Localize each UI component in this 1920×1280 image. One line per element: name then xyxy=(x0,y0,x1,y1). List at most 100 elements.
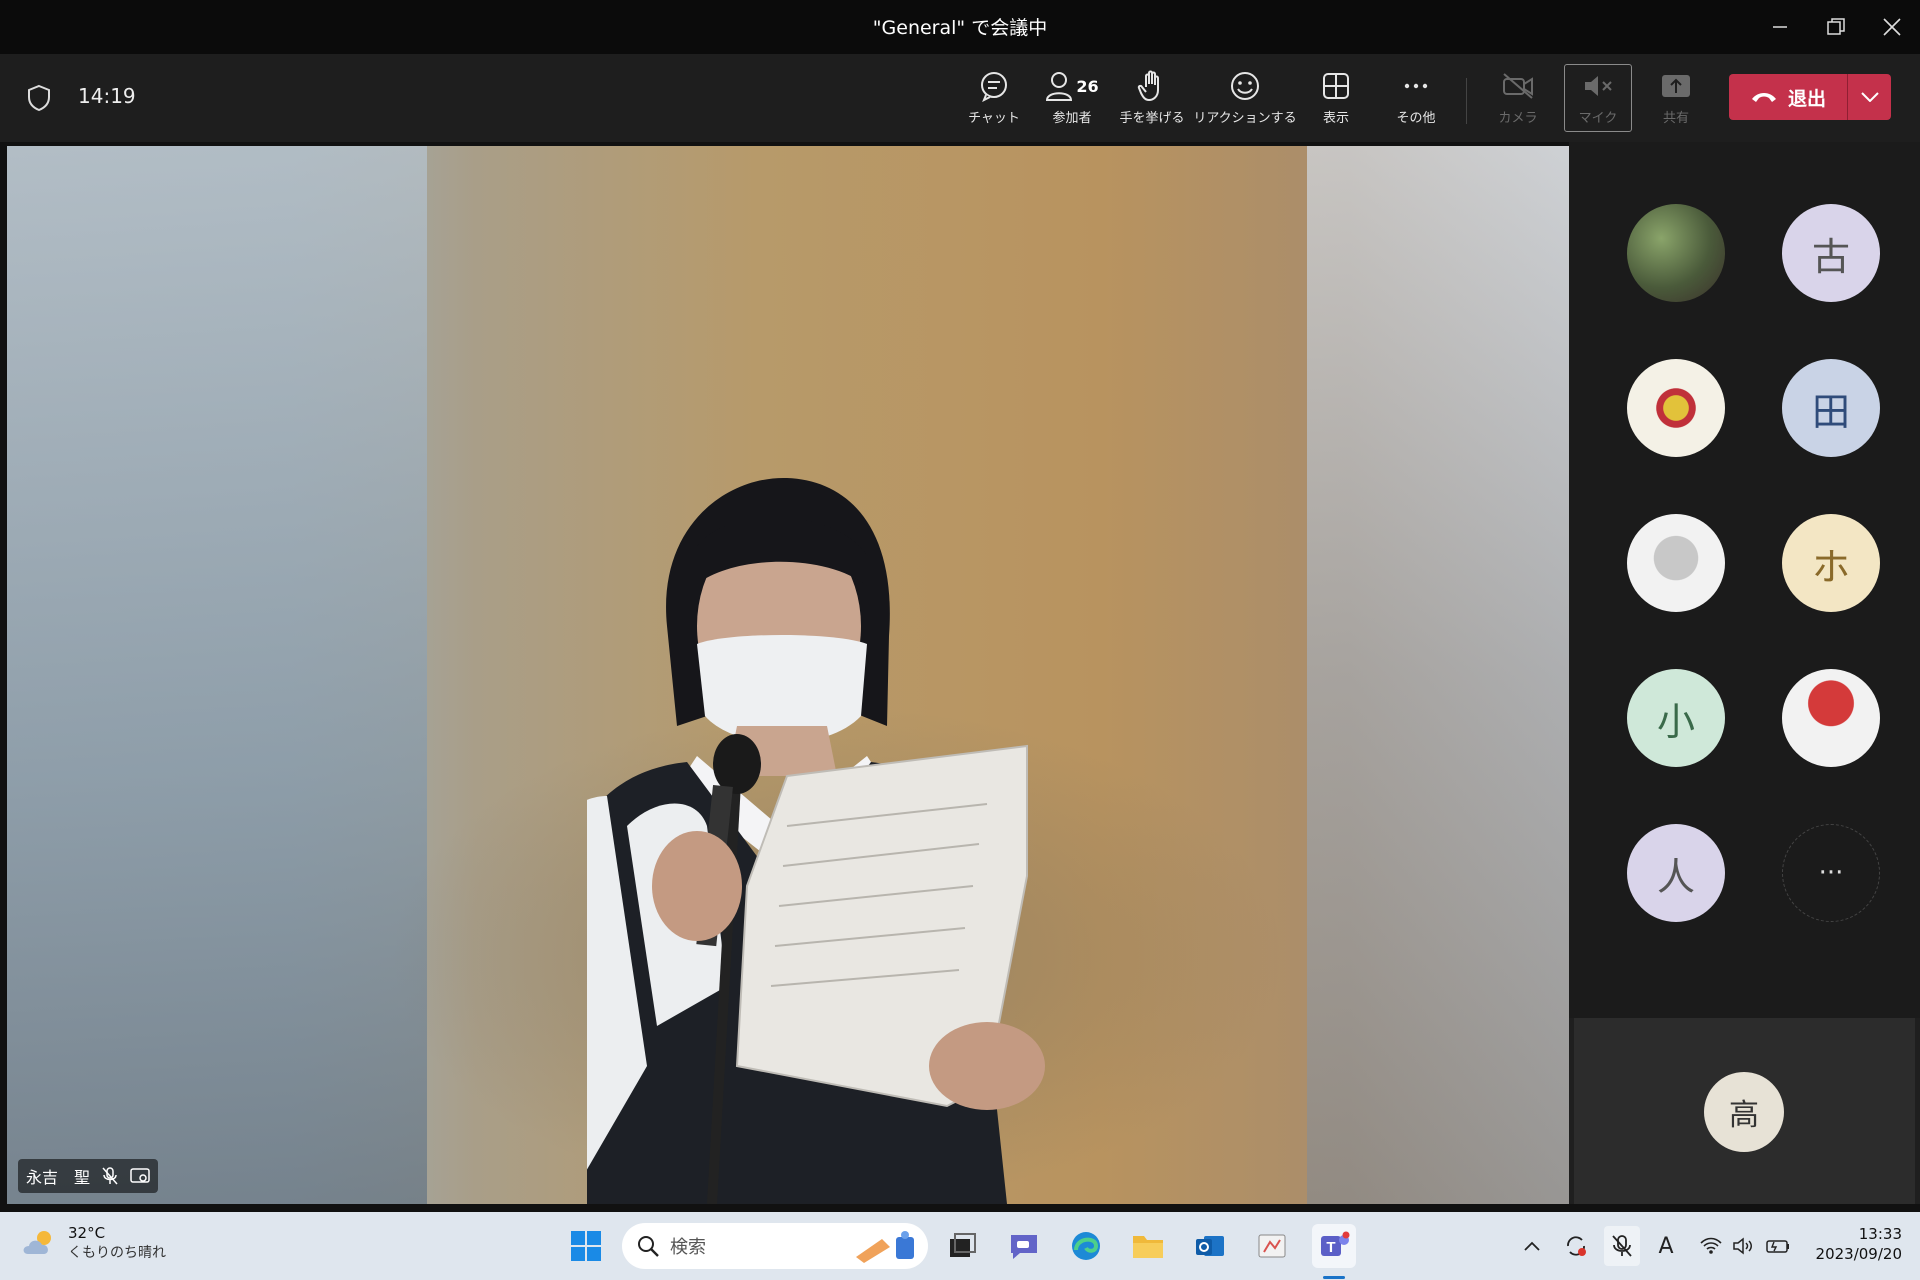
mic-off-icon xyxy=(102,1167,118,1185)
camera-button[interactable]: カメラ xyxy=(1488,68,1548,132)
search-icon xyxy=(638,1236,659,1257)
self-video-tile[interactable]: 高 xyxy=(1574,1018,1915,1204)
raise-hand-button[interactable]: 手を挙げる xyxy=(1118,68,1186,132)
character-avatar xyxy=(1627,514,1725,612)
mic-label: マイク xyxy=(1578,111,1618,126)
smile-icon xyxy=(1231,72,1259,100)
taskbar: 32°C くもりのち晴れ 検索 T A 13:33 2023/09/20 xyxy=(0,1212,1920,1280)
weather-desc: くもりのち晴れ xyxy=(68,1245,166,1261)
restore-icon xyxy=(1827,18,1845,35)
share-icon xyxy=(1662,75,1690,97)
close-button[interactable] xyxy=(1864,0,1920,54)
snipping-tool-button[interactable] xyxy=(1250,1224,1294,1268)
close-icon xyxy=(1883,18,1901,36)
file-explorer-button[interactable] xyxy=(1126,1224,1170,1268)
wifi-icon xyxy=(1700,1237,1722,1254)
participant-tile[interactable]: 田 xyxy=(1751,359,1905,513)
share-button[interactable]: 共有 xyxy=(1646,68,1706,132)
leave-button-group: 退出 xyxy=(1729,74,1891,120)
hand-icon xyxy=(1137,70,1159,101)
chat-button[interactable]: チャット xyxy=(964,68,1024,132)
active-app-indicator xyxy=(1323,1276,1345,1279)
layout-icon xyxy=(1323,73,1349,99)
wifi-button[interactable] xyxy=(1698,1232,1724,1260)
teams-chat-button[interactable] xyxy=(1002,1224,1046,1268)
leave-button[interactable]: 退出 xyxy=(1729,74,1847,120)
more-label: その他 xyxy=(1396,111,1436,126)
task-view-button[interactable] xyxy=(940,1224,984,1268)
edge-button[interactable] xyxy=(1064,1224,1108,1268)
initial-avatar: 人 xyxy=(1627,824,1725,922)
ime-indicator[interactable]: A xyxy=(1654,1232,1678,1260)
weather-widget[interactable]: 32°C くもりのち晴れ xyxy=(22,1224,166,1262)
teams-icon: T xyxy=(1321,1231,1350,1256)
chat-icon xyxy=(981,72,1007,102)
participant-tile[interactable]: 人 xyxy=(1596,824,1750,978)
outlook-button[interactable] xyxy=(1188,1224,1232,1268)
start-button[interactable] xyxy=(564,1224,608,1268)
speaker-name: 永吉 聖 xyxy=(26,1168,91,1187)
restore-button[interactable] xyxy=(1808,0,1864,54)
participants-count: 26 xyxy=(1076,76,1099,96)
tray-overflow-button[interactable] xyxy=(1520,1232,1544,1260)
participant-tile[interactable] xyxy=(1596,359,1750,513)
initial-avatar: 小 xyxy=(1627,669,1725,767)
volume-icon xyxy=(1733,1237,1752,1255)
leave-label: 退出 xyxy=(1787,87,1826,110)
main-video[interactable]: 永吉 聖 xyxy=(7,146,1569,1204)
minimize-button[interactable] xyxy=(1752,0,1808,54)
sync-tray-button[interactable] xyxy=(1562,1232,1590,1260)
participant-tile[interactable] xyxy=(1596,514,1750,668)
chat-label: チャット xyxy=(968,111,1020,126)
hangup-icon xyxy=(1751,93,1776,102)
battery-button[interactable] xyxy=(1764,1232,1792,1260)
view-label: 表示 xyxy=(1322,111,1349,126)
sync-icon xyxy=(1567,1236,1586,1256)
mic-tray-button[interactable] xyxy=(1604,1226,1640,1266)
mic-muted-icon xyxy=(1612,1235,1632,1257)
participant-tile[interactable] xyxy=(1751,669,1905,823)
battery-charging-icon xyxy=(1766,1240,1789,1253)
more-button[interactable]: その他 xyxy=(1386,68,1446,132)
participant-grid: 古 田 ホ 小 人 ··· xyxy=(1569,142,1920,1018)
folder-icon xyxy=(1133,1236,1163,1258)
share-label: 共有 xyxy=(1662,111,1689,126)
initial-avatar: 田 xyxy=(1782,359,1880,457)
view-button[interactable]: 表示 xyxy=(1306,68,1366,132)
video-background-right xyxy=(1307,146,1569,1204)
speaker-muted-icon xyxy=(1585,76,1612,96)
leave-dropdown-button[interactable] xyxy=(1848,74,1891,120)
mic-button[interactable]: マイク xyxy=(1568,68,1628,132)
person-icon xyxy=(1046,72,1073,101)
window-title: "General" で会議中 xyxy=(872,17,1048,39)
meeting-duration: 14:19 xyxy=(78,84,136,108)
taskbar-clock[interactable]: 13:33 2023/09/20 xyxy=(1806,1224,1902,1264)
participant-tile[interactable]: 小 xyxy=(1596,669,1750,823)
participants-button[interactable]: 26 参加者 xyxy=(1040,68,1104,132)
cloudy-sun-icon xyxy=(23,1231,51,1254)
badge-avatar xyxy=(1627,359,1725,457)
self-avatar: 高 xyxy=(1704,1072,1784,1152)
reactions-button[interactable]: リアクションする xyxy=(1193,68,1297,132)
more-avatar: ··· xyxy=(1782,824,1880,922)
snipping-icon xyxy=(1258,1234,1286,1258)
participant-tile[interactable]: 古 xyxy=(1751,204,1905,358)
camera-off-icon xyxy=(1503,73,1533,99)
search-placeholder: 検索 xyxy=(670,1237,706,1258)
weather-temp: 32°C xyxy=(68,1224,106,1242)
participant-tile[interactable] xyxy=(1596,204,1750,358)
taskbar-search[interactable]: 検索 xyxy=(622,1223,928,1269)
outlook-icon xyxy=(1196,1236,1224,1256)
volume-button[interactable] xyxy=(1730,1232,1756,1260)
reactions-label: リアクションする xyxy=(1193,111,1297,126)
shield-icon[interactable] xyxy=(26,84,52,112)
meeting-toolbar: 14:19 チャット 26 参加者 手を挙げる リアクションする 表示 その他 … xyxy=(0,54,1920,142)
clock-time: 13:33 xyxy=(1858,1225,1902,1243)
chevron-down-icon xyxy=(1860,92,1879,102)
chevron-up-icon xyxy=(1524,1241,1540,1251)
initial-avatar: ホ xyxy=(1782,514,1880,612)
teams-button[interactable]: T xyxy=(1312,1224,1356,1268)
participant-tile[interactable]: ホ xyxy=(1751,514,1905,668)
more-icon xyxy=(1404,83,1428,89)
more-participants-tile[interactable]: ··· xyxy=(1751,824,1905,978)
